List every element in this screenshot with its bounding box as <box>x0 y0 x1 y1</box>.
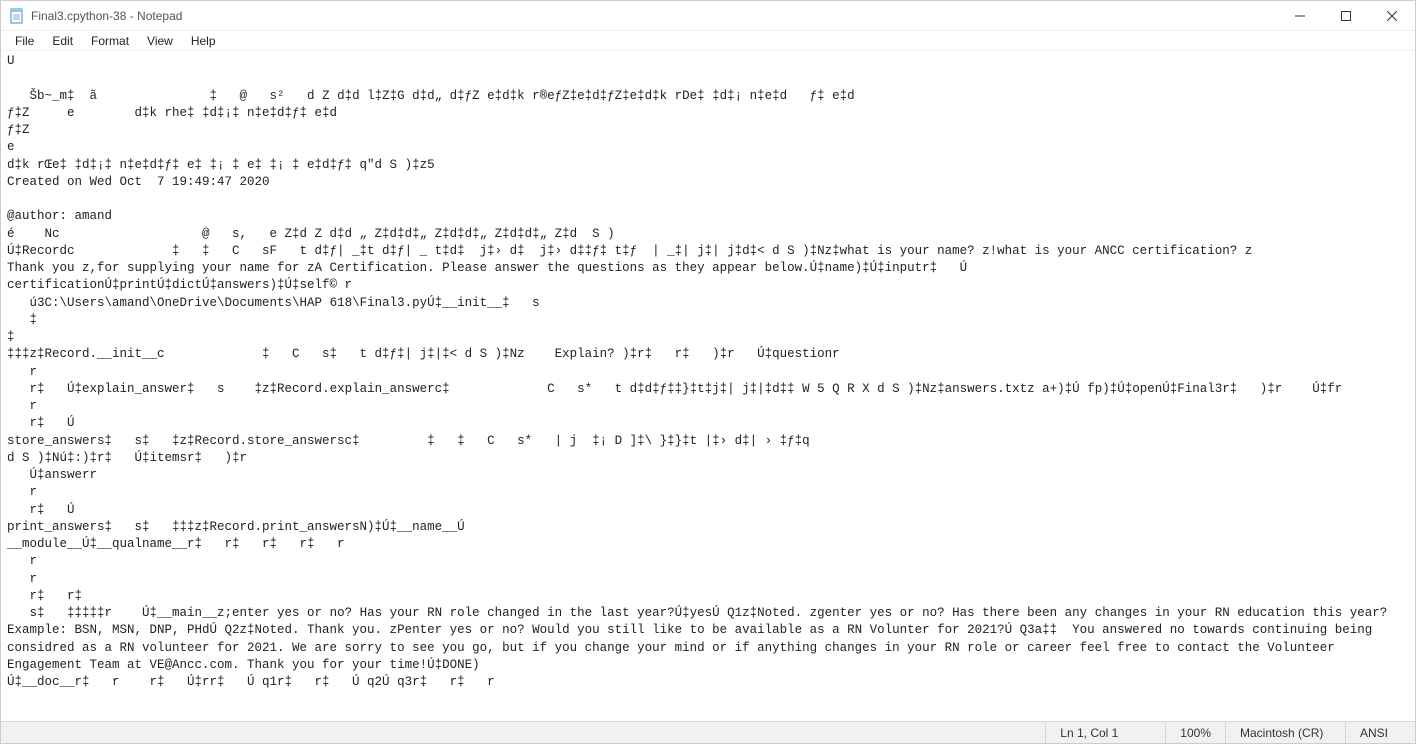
status-cursor-position: Ln 1, Col 1 <box>1045 722 1165 743</box>
status-line-ending: Macintosh (CR) <box>1225 722 1345 743</box>
menu-view[interactable]: View <box>139 33 181 49</box>
minimize-icon <box>1295 11 1305 21</box>
status-zoom: 100% <box>1165 722 1225 743</box>
menu-help[interactable]: Help <box>183 33 224 49</box>
status-bar: Ln 1, Col 1 100% Macintosh (CR) ANSI <box>1 721 1415 743</box>
window-title: Final3.cpython-38 - Notepad <box>31 9 182 23</box>
menu-edit[interactable]: Edit <box>44 33 81 49</box>
text-editor-area[interactable]: U Šb~_m‡ ã ‡ @ s² d Z d‡d l‡Z‡G d‡d„ d‡ƒ… <box>1 51 1415 721</box>
close-icon <box>1387 11 1397 21</box>
notepad-app-icon <box>9 8 25 24</box>
title-bar: Final3.cpython-38 - Notepad <box>1 1 1415 31</box>
maximize-icon <box>1341 11 1351 21</box>
notepad-window: Final3.cpython-38 - Notepad File Edit Fo… <box>0 0 1416 744</box>
maximize-button[interactable] <box>1323 1 1369 31</box>
menu-format[interactable]: Format <box>83 33 137 49</box>
minimize-button[interactable] <box>1277 1 1323 31</box>
menu-file[interactable]: File <box>7 33 42 49</box>
status-encoding: ANSI <box>1345 722 1415 743</box>
close-button[interactable] <box>1369 1 1415 31</box>
menu-bar: File Edit Format View Help <box>1 31 1415 51</box>
